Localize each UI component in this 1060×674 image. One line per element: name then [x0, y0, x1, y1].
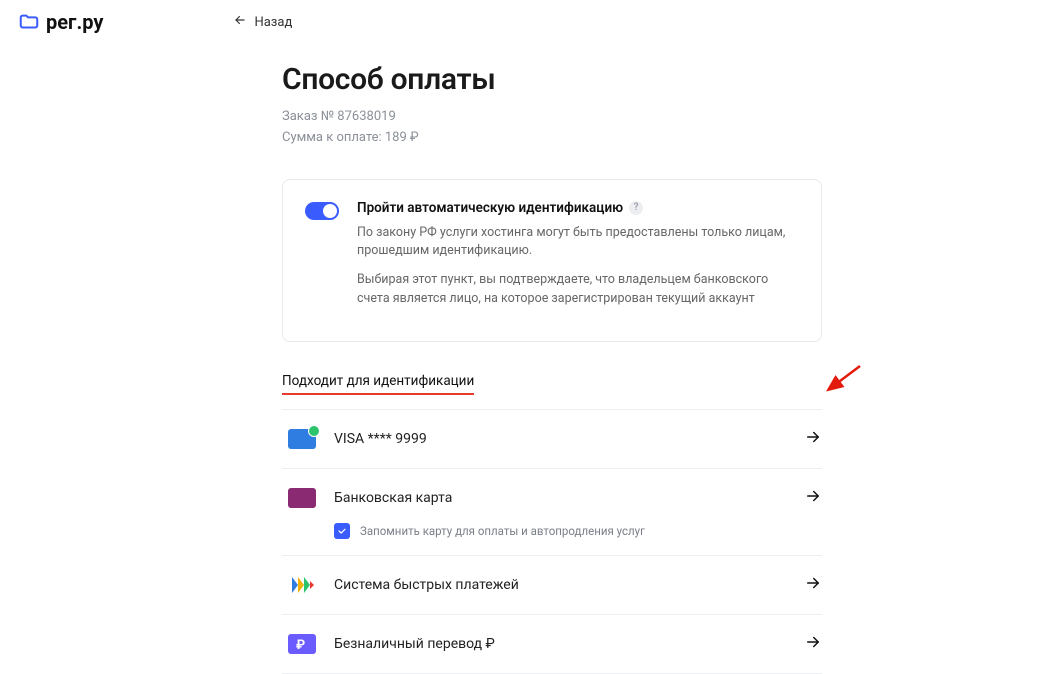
ruble-icon: ₽ [288, 634, 316, 654]
arrow-right-icon [804, 574, 822, 596]
card-saved-icon [288, 429, 316, 449]
remember-card-row: Запомнить карту для оплаты и автопродлен… [282, 523, 822, 556]
identification-toggle[interactable] [305, 202, 339, 220]
method-bank-card[interactable]: Банковская карта [282, 469, 822, 527]
method-label: Система быстрых платежей [334, 577, 786, 593]
method-label: Банковская карта [334, 490, 786, 506]
method-label: VISA **** 9999 [334, 431, 786, 447]
help-icon[interactable]: ? [629, 201, 643, 215]
card-icon [288, 488, 316, 508]
order-number: Заказ № 87638019 [282, 107, 822, 128]
section-label: Подходит для идентификации [282, 373, 474, 395]
page-title: Способ оплаты [282, 62, 822, 97]
back-label: Назад [254, 15, 292, 30]
site-logo[interactable]: рег.ру [18, 10, 103, 34]
identification-text-2: Выбирая этот пункт, вы подтверждаете, чт… [357, 271, 799, 309]
method-wire-transfer[interactable]: ₽ Безналичный перевод ₽ [282, 615, 822, 674]
sbp-icon [288, 575, 316, 595]
identification-text-1: По закону РФ услуги хостинга могут быть … [357, 224, 799, 262]
back-button[interactable]: Назад [233, 13, 292, 31]
annotation-arrow-icon [820, 360, 870, 400]
arrow-right-icon [804, 428, 822, 450]
method-saved-card[interactable]: VISA **** 9999 [282, 410, 822, 469]
svg-text:₽: ₽ [296, 638, 305, 653]
folder-icon [18, 11, 40, 33]
arrow-right-icon [804, 487, 822, 509]
method-label: Безналичный перевод ₽ [334, 636, 786, 652]
identification-title: Пройти автоматическую идентификацию [357, 200, 623, 216]
payment-methods-list: VISA **** 9999 Банковская карта Запомнит… [282, 409, 822, 674]
identification-box: Пройти автоматическую идентификацию ? По… [282, 179, 822, 342]
logo-text: рег.ру [46, 10, 103, 34]
method-sbp[interactable]: Система быстрых платежей [282, 556, 822, 615]
arrow-left-icon [233, 13, 247, 31]
arrow-right-icon [804, 633, 822, 655]
amount-due: Сумма к оплате: 189 ₽ [282, 128, 822, 149]
